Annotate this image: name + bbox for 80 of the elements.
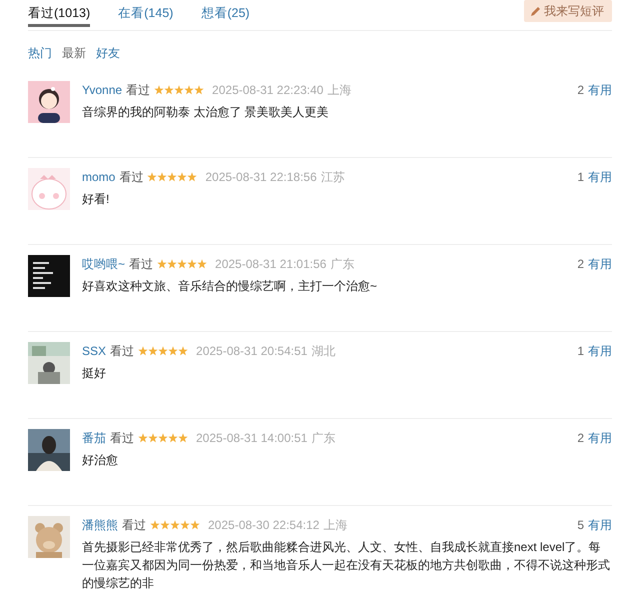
useful-link[interactable]: 有用 <box>588 82 612 98</box>
star-icon <box>184 85 194 95</box>
star-icon <box>158 433 168 443</box>
comment-location: 湖北 <box>311 342 336 360</box>
star-icon <box>168 346 178 356</box>
star-icon <box>187 259 198 269</box>
write-review-button[interactable]: 我来写短评 <box>524 0 612 22</box>
comment-location: 广东 <box>330 256 354 272</box>
star-icon <box>154 85 164 95</box>
comment-text: 首先摄影已经非常优秀了，然后歌曲能糅合进风光、人文、女性、自我成长就直接next level了。每一位嘉宾又都因为同一份热爱，和当地音乐人一起在没有天花板的地方共创歌曲，不得不说这种形式的慢综艺的非 <box>82 539 611 592</box>
comment-time: 2025-08-31 21:01:56 <box>215 257 326 271</box>
comment-text: 音综界的我的阿勒泰 太治愈了 景美歌美人更美 <box>82 104 330 121</box>
vote-count: 2 <box>577 431 584 445</box>
comment-time: 2025-08-31 22:23:40 <box>212 83 324 97</box>
star-icon <box>194 85 204 95</box>
watch-status: 看过 <box>110 342 134 360</box>
star-icon <box>178 346 188 356</box>
watch-status: 看过 <box>110 430 134 446</box>
star-icon <box>168 433 178 443</box>
comment-location: 上海 <box>323 516 348 534</box>
vote-count: 1 <box>577 344 584 358</box>
user-name-link[interactable]: 哎哟喂~ <box>82 256 126 272</box>
star-icon <box>167 172 178 182</box>
star-icon <box>170 520 180 530</box>
useful-link[interactable]: 有用 <box>588 430 612 446</box>
comment-time: 2025-08-30 22:54:12 <box>208 518 320 532</box>
vote-count: 2 <box>577 83 584 97</box>
comment-text: 挺好 <box>82 365 107 382</box>
sort-option[interactable]: 好友 <box>96 45 120 61</box>
user-name-link[interactable]: momo <box>82 170 116 184</box>
star-icon <box>138 433 148 443</box>
watch-status: 看过 <box>122 516 146 534</box>
comment-location: 江苏 <box>320 168 345 186</box>
user-name-link[interactable]: 番茄 <box>82 430 106 446</box>
star-icon <box>177 259 188 269</box>
star-icon <box>178 433 188 443</box>
watch-status: 看过 <box>126 82 150 98</box>
star-icon <box>167 259 178 269</box>
star-icon <box>190 520 200 530</box>
star-icon <box>147 172 158 182</box>
comment-time: 2025-08-31 14:00:51 <box>196 431 308 445</box>
watch-status: 看过 <box>119 168 144 186</box>
useful-link[interactable]: 有用 <box>588 256 612 272</box>
watch-status: 看过 <box>129 256 154 272</box>
star-icon <box>177 172 188 182</box>
user-name-link[interactable]: Yvonne <box>82 83 122 97</box>
vote-count: 2 <box>577 257 584 271</box>
star-icon <box>157 259 168 269</box>
star-icon <box>148 433 158 443</box>
sort-option[interactable]: 最新 <box>62 45 86 61</box>
comment-text: 好喜欢这种文旅、音乐结合的慢综艺啊，主打一个治愈~ <box>82 278 378 295</box>
user-name-link[interactable]: SSX <box>82 344 106 358</box>
tab[interactable]: 在看(145) <box>118 0 174 27</box>
comment-time: 2025-08-31 22:18:56 <box>205 170 317 184</box>
star-icon <box>157 172 168 182</box>
comment-location: 广东 <box>311 430 336 446</box>
star-icon <box>150 520 160 530</box>
vote-count: 5 <box>577 518 584 532</box>
tab[interactable]: 想看(25) <box>201 0 250 27</box>
useful-link[interactable]: 有用 <box>588 516 612 534</box>
star-icon <box>180 520 190 530</box>
star-icon <box>138 346 148 356</box>
star-icon <box>148 346 158 356</box>
comment-text: 好治愈 <box>82 452 119 469</box>
star-icon <box>187 172 198 182</box>
star-icon <box>197 259 208 269</box>
comment-location: 上海 <box>327 82 352 98</box>
comment-text: 好看! <box>82 191 110 208</box>
vote-count: 1 <box>577 170 584 184</box>
sort-option[interactable]: 热门 <box>28 45 52 61</box>
pencil-icon <box>530 6 541 16</box>
star-icon <box>158 346 168 356</box>
useful-link[interactable]: 有用 <box>588 168 612 186</box>
star-icon <box>164 85 174 95</box>
comment-time: 2025-08-31 20:54:51 <box>196 344 308 358</box>
user-name-link[interactable]: 潘熊熊 <box>82 516 118 534</box>
star-icon <box>160 520 170 530</box>
star-icon <box>174 85 184 95</box>
tab[interactable]: 看过(1013) <box>28 0 90 27</box>
useful-link[interactable]: 有用 <box>588 342 612 360</box>
